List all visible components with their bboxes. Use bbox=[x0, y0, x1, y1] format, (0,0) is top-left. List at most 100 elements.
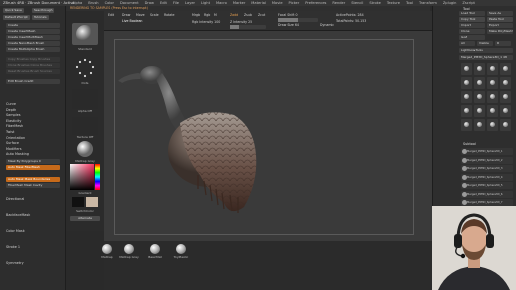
tool-thumbnail-icon[interactable] bbox=[461, 77, 472, 89]
focal-shift-slider[interactable] bbox=[278, 18, 318, 22]
zadd-button[interactable]: Zadd bbox=[230, 13, 238, 17]
z-intensity-label[interactable]: Z Intensity 25 bbox=[230, 20, 252, 24]
tool-button-6[interactable]: Clone bbox=[459, 29, 485, 34]
section-auto-masking[interactable]: Auto Masking bbox=[6, 152, 29, 156]
tool-thumbnail-icon[interactable] bbox=[487, 119, 498, 131]
section-samples[interactable]: Samples bbox=[6, 113, 20, 117]
tool-button-2[interactable]: Copy Tool bbox=[459, 17, 485, 22]
tool-thumbnail-icon[interactable] bbox=[461, 63, 472, 75]
move-button[interactable]: Move bbox=[136, 13, 145, 17]
rotate-button[interactable]: Rotate bbox=[164, 13, 174, 17]
section-orientation[interactable]: Orientation bbox=[6, 136, 25, 140]
left-button-1[interactable]: Create InsertMesh bbox=[6, 29, 60, 34]
edit-button[interactable]: Edit bbox=[108, 13, 114, 17]
alternate-button[interactable]: Alternate bbox=[70, 216, 100, 221]
shelf-label-switchcolor[interactable]: SwitchColor bbox=[70, 209, 100, 213]
document-canvas[interactable] bbox=[104, 31, 432, 241]
automask-button-1[interactable]: Auto Mask FiberMesh bbox=[6, 165, 60, 170]
lower-section-4[interactable]: Symmetry bbox=[6, 261, 24, 265]
subtool-item[interactable]: Merged_PM3D_Sphere3D_2 bbox=[461, 156, 513, 164]
tool-thumbnail-icon[interactable] bbox=[500, 91, 511, 103]
lower-section-3[interactable]: Stroke 1 bbox=[6, 245, 20, 249]
subtool-item[interactable]: Merged_PM3D_Sphere3D_3 bbox=[461, 165, 513, 172]
zsub-button[interactable]: Zsub bbox=[244, 13, 252, 17]
automask-button-0[interactable]: Mask By Polygroups 0 bbox=[6, 159, 60, 164]
primary-color-swatch[interactable] bbox=[72, 197, 84, 207]
m-button[interactable]: M bbox=[214, 13, 217, 17]
left-button-3[interactable]: Create NanoMesh Brush bbox=[6, 41, 60, 46]
focal-shift-label[interactable]: Focal Shift 0 bbox=[278, 13, 298, 17]
see-through-button[interactable]: See-through bbox=[32, 8, 55, 13]
draw-size-label[interactable]: Draw Size 64 bbox=[278, 23, 299, 27]
texture-off-icon[interactable] bbox=[72, 117, 98, 135]
tool-thumbnail-icon[interactable] bbox=[474, 77, 485, 89]
matcap-ball-2[interactable]: MatCap Gray bbox=[118, 244, 140, 259]
left-button-4[interactable]: Create MultiAlpha Brush bbox=[6, 47, 60, 52]
lower-section-1[interactable]: BackfaceMask bbox=[6, 213, 30, 217]
section-depth[interactable]: Depth bbox=[6, 108, 16, 112]
tool-thumbnail-icon[interactable] bbox=[487, 91, 498, 103]
left-button-2[interactable]: Create InsertMultiMesh bbox=[6, 35, 60, 40]
mask-option-button-0[interactable]: Auto Mask Mask Boundaries bbox=[6, 177, 60, 182]
tool-button-3[interactable]: Paste Tool bbox=[487, 17, 513, 22]
matcap-ball-1[interactable]: MatCap bbox=[96, 244, 118, 259]
tool-button-4[interactable]: Import bbox=[459, 23, 485, 28]
tool-thumbnail-icon[interactable] bbox=[474, 119, 485, 131]
live-boolean-button[interactable]: Live Boolean bbox=[122, 19, 142, 23]
tool-button-12[interactable]: Lightbox▸Tools bbox=[459, 48, 513, 53]
secondary-color-swatch[interactable] bbox=[86, 197, 98, 207]
tool-thumbnail-icon[interactable] bbox=[500, 119, 511, 131]
tool-thumbnail-icon[interactable] bbox=[500, 63, 511, 75]
left-button-7[interactable]: Reset Brushes Brush Sources bbox=[6, 69, 60, 74]
tool-thumbnail-icon[interactable] bbox=[461, 91, 472, 103]
left-button-0[interactable]: Create bbox=[6, 23, 60, 28]
rgb-intensity-label[interactable]: Rgb Intensity 100 bbox=[192, 20, 220, 24]
dots-stroke-icon[interactable] bbox=[72, 57, 98, 79]
default-zscript-button[interactable]: Default ZScript bbox=[3, 15, 30, 20]
draw-button[interactable]: Draw bbox=[122, 13, 130, 17]
tool-thumbnail-icon[interactable] bbox=[461, 105, 472, 117]
tool-thumbnail-icon[interactable] bbox=[500, 77, 511, 89]
z-intensity-slider[interactable] bbox=[230, 25, 266, 29]
left-button-6[interactable]: Clone Brushes Clone Brushes bbox=[6, 63, 60, 68]
tool-button-0[interactable]: Load Tool bbox=[459, 11, 485, 16]
tool-thumbnail-icon[interactable] bbox=[487, 77, 498, 89]
section-twist[interactable]: Twist bbox=[6, 130, 14, 134]
scale-button[interactable]: Scale bbox=[150, 13, 159, 17]
section-surface[interactable]: Surface bbox=[6, 141, 19, 145]
section-modifiers[interactable]: Modifiers bbox=[6, 147, 21, 151]
tool-thumbnail-icon[interactable] bbox=[461, 119, 472, 131]
tool-button-10[interactable]: Visible bbox=[477, 41, 493, 46]
vulture-sculpt[interactable] bbox=[104, 31, 432, 241]
matcap-ball-3[interactable]: BasicMat bbox=[144, 244, 166, 259]
tool-thumbnail-icon[interactable] bbox=[500, 105, 511, 117]
lower-section-0[interactable]: Directional bbox=[6, 197, 24, 201]
rgb-button[interactable]: Rgb bbox=[204, 13, 210, 17]
subtool-item[interactable]: Merged_PM3D_Sphere3D_5 bbox=[461, 182, 513, 189]
tutorials-button[interactable]: Tutorials bbox=[32, 15, 49, 20]
left-button-8[interactable]: Edit Brush Credit bbox=[6, 79, 60, 84]
zcut-button[interactable]: Zcut bbox=[258, 13, 265, 17]
section-curve[interactable]: Curve bbox=[6, 102, 16, 106]
subtool-item[interactable]: Merged_PM3D_Sphere3D_4 bbox=[461, 173, 513, 181]
tool-thumbnail-icon[interactable] bbox=[487, 105, 498, 117]
subtool-item[interactable]: Merged_PM3D_Sphere3D_6 bbox=[461, 190, 513, 198]
tool-button-7[interactable]: Make PolyMesh3D bbox=[487, 29, 513, 34]
tool-button-5[interactable]: Export bbox=[487, 23, 513, 28]
section-elasticity[interactable]: Elasticity bbox=[6, 119, 21, 123]
matcap-material-icon[interactable] bbox=[73, 140, 97, 158]
tool-thumbnail-icon[interactable] bbox=[487, 63, 498, 75]
matcap-ball-4[interactable]: ToyPlastic bbox=[170, 244, 192, 259]
lower-section-2[interactable]: Color Mask bbox=[6, 229, 25, 233]
mask-option-button-1[interactable]: FiberMesh Mask Cavity bbox=[6, 183, 60, 188]
color-picker[interactable] bbox=[70, 164, 100, 190]
tool-thumbnail-icon[interactable] bbox=[474, 105, 485, 117]
subtool-item[interactable]: Merged_PM3D_Sphere3D_1 bbox=[461, 148, 513, 155]
tool-thumbnail-icon[interactable] bbox=[474, 63, 485, 75]
tool-button-11[interactable]: R bbox=[495, 41, 511, 46]
tool-button-9[interactable]: All bbox=[459, 41, 475, 46]
tool-button-13[interactable]: Merged_PM3D_Sphere3D_1 48 bbox=[459, 55, 513, 60]
alpha-off-icon[interactable] bbox=[72, 89, 98, 109]
mrgb-button[interactable]: Mrgb bbox=[192, 13, 200, 17]
subtool-item[interactable]: Merged_PM3D_Sphere3D_7 bbox=[461, 199, 513, 206]
